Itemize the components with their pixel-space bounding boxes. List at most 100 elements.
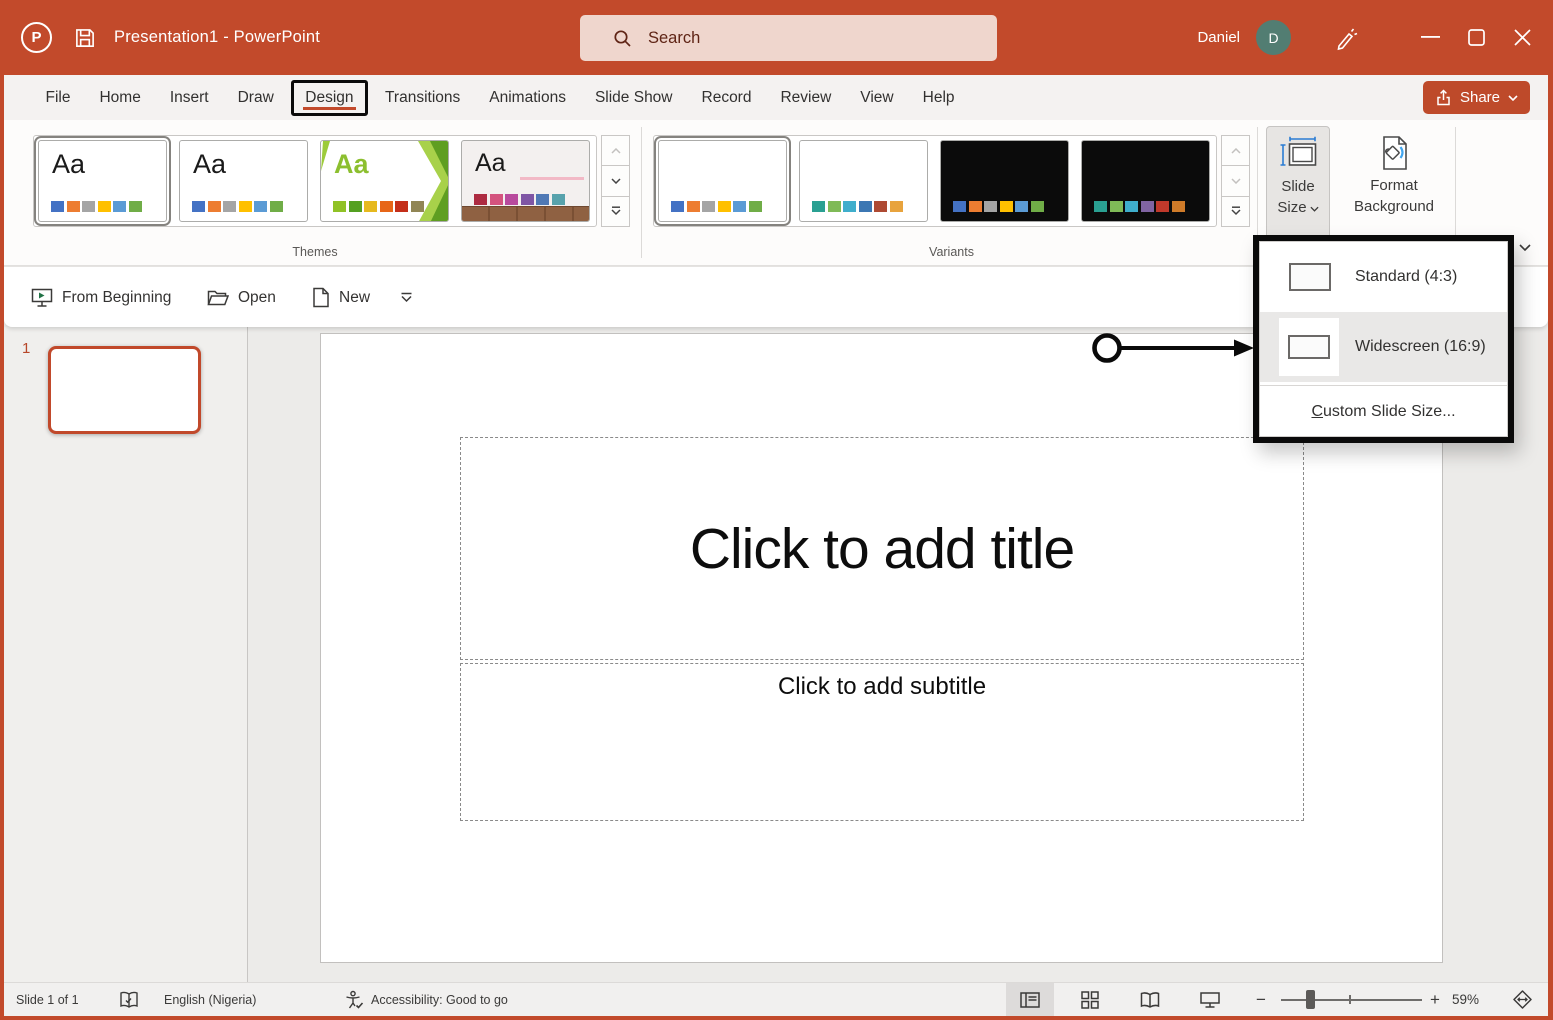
gallery-theme-wood-floor <box>462 206 589 221</box>
theme-sample-text: Aa <box>193 149 227 179</box>
zoom-in-button[interactable]: + <box>1424 983 1446 1016</box>
window-border-right <box>1548 75 1553 1020</box>
quick-access-overflow-button[interactable] <box>400 267 413 328</box>
tab-design-active-annotated[interactable]: Design <box>291 79 368 116</box>
variant-color-swatches <box>953 201 1044 212</box>
variant-2[interactable] <box>799 140 928 222</box>
accessibility-status[interactable]: Accessibility: Good to go <box>371 983 508 1017</box>
slide-size-dropdown-annotated: Standard (4:3) Widescreen (16:9) Custom … <box>1253 235 1514 443</box>
color-swatch <box>874 201 887 212</box>
themes-scroll-down-button[interactable] <box>601 166 630 197</box>
normal-view-button[interactable] <box>1006 983 1054 1016</box>
chevron-down-icon <box>1508 94 1518 101</box>
color-swatch <box>505 194 518 205</box>
language-indicator[interactable]: English (Nigeria) <box>164 983 256 1017</box>
reading-view-button[interactable] <box>1126 983 1174 1016</box>
tab-home[interactable]: Home <box>85 80 155 116</box>
search-icon <box>614 29 631 47</box>
variant-4[interactable] <box>1081 140 1210 222</box>
color-swatch <box>1171 201 1185 212</box>
standard-label: Standard (4:3) <box>1355 268 1458 285</box>
color-swatch <box>364 201 377 212</box>
status-bar: Slide 1 of 1 English (Nigeria) Accessibi… <box>0 982 1553 1016</box>
tab-help[interactable]: Help <box>908 80 969 116</box>
tab-slide-show[interactable]: Slide Show <box>580 80 687 116</box>
theme-color-swatches <box>333 201 424 212</box>
color-swatch <box>1140 201 1154 212</box>
slide-sorter-view-button[interactable] <box>1066 983 1114 1016</box>
tab-draw[interactable]: Draw <box>223 80 288 116</box>
variants-more-button[interactable] <box>1221 196 1250 227</box>
color-swatch <box>686 201 700 212</box>
save-icon[interactable] <box>72 25 98 51</box>
variants-scroll-up-button[interactable] <box>1221 135 1250 167</box>
variant-3[interactable] <box>940 140 1069 222</box>
maximize-button[interactable] <box>1453 0 1499 75</box>
theme-facet[interactable]: Aa <box>320 140 449 222</box>
variant-color-swatches <box>671 201 762 212</box>
window-border-bottom <box>0 1016 1553 1020</box>
theme-office-2[interactable]: Aa <box>179 140 308 222</box>
close-button[interactable] <box>1499 0 1545 75</box>
tab-record[interactable]: Record <box>687 80 766 116</box>
menu-item-widescreen-16-9[interactable]: Widescreen (16:9) <box>1260 312 1507 382</box>
pen-sparkle-icon[interactable] <box>1333 25 1359 51</box>
variant-1-selected[interactable] <box>658 140 787 222</box>
tab-insert[interactable]: Insert <box>155 80 223 116</box>
window-border-left <box>0 75 4 1020</box>
tab-view[interactable]: View <box>846 80 908 116</box>
slide-size-label-line1: Slide <box>1281 178 1315 195</box>
search-input[interactable] <box>648 28 928 48</box>
powerpoint-logo-icon[interactable]: P <box>21 22 52 53</box>
color-swatch <box>520 194 534 205</box>
format-background-label-line1: Format <box>1370 177 1418 194</box>
color-swatch <box>82 201 95 212</box>
format-background-label-line2: Background <box>1353 197 1435 215</box>
theme-color-swatches <box>51 201 142 212</box>
color-swatch <box>66 201 80 212</box>
spell-check-icon[interactable] <box>119 983 139 1017</box>
zoom-slider-track[interactable] <box>1281 999 1422 1001</box>
share-button[interactable]: Share <box>1422 81 1530 114</box>
tab-transitions[interactable]: Transitions <box>371 80 475 116</box>
zoom-level[interactable]: 59% <box>1452 983 1479 1016</box>
theme-office-selected[interactable]: Aa <box>38 140 167 222</box>
slide-size-button[interactable]: Slide Size <box>1266 126 1330 239</box>
fit-slide-to-window-button[interactable] <box>1502 983 1542 1016</box>
zoom-out-button[interactable]: − <box>1250 983 1272 1016</box>
avatar-initial: D <box>1268 29 1279 46</box>
theme-gallery[interactable]: Aa <box>461 140 590 222</box>
collapse-ribbon-icon[interactable] <box>1513 238 1537 256</box>
color-swatch <box>717 201 731 212</box>
color-swatch <box>192 201 205 212</box>
new-button[interactable]: New <box>312 267 370 328</box>
subtitle-placeholder[interactable]: Click to add subtitle <box>460 663 1304 821</box>
slide-1-thumbnail[interactable] <box>48 346 201 434</box>
open-button[interactable]: Open <box>207 267 276 328</box>
slide-show-view-button[interactable] <box>1186 983 1234 1016</box>
tab-review[interactable]: Review <box>766 80 846 116</box>
slide-counter[interactable]: Slide 1 of 1 <box>16 983 79 1017</box>
minimize-button[interactable] <box>1407 0 1453 75</box>
user-name[interactable]: Daniel <box>1197 29 1240 46</box>
zoom-slider-thumb[interactable] <box>1306 990 1315 1009</box>
avatar[interactable]: D <box>1256 20 1291 55</box>
tab-animations[interactable]: Animations <box>475 80 581 116</box>
format-background-button[interactable]: Format Background <box>1339 126 1449 239</box>
color-swatch <box>1030 201 1044 212</box>
search-box[interactable] <box>580 15 997 61</box>
color-swatch <box>223 201 236 212</box>
color-swatch <box>999 201 1013 212</box>
menu-item-standard-4-3[interactable]: Standard (4:3) <box>1260 242 1507 312</box>
ribbon-tab-bar: File Home Insert Draw Design Transitions… <box>4 75 1548 120</box>
color-swatch <box>889 201 903 212</box>
menu-item-custom-slide-size[interactable]: Custom Slide Size... <box>1260 389 1507 435</box>
color-swatch <box>748 201 762 212</box>
themes-scroll-up-button[interactable] <box>601 135 630 167</box>
from-beginning-button[interactable]: From Beginning <box>31 267 171 328</box>
tab-file[interactable]: File <box>31 80 85 116</box>
variants-scroll-down-button[interactable] <box>1221 166 1250 197</box>
open-label: Open <box>238 288 276 306</box>
title-placeholder[interactable]: Click to add title <box>460 437 1304 660</box>
themes-more-button[interactable] <box>601 196 630 227</box>
